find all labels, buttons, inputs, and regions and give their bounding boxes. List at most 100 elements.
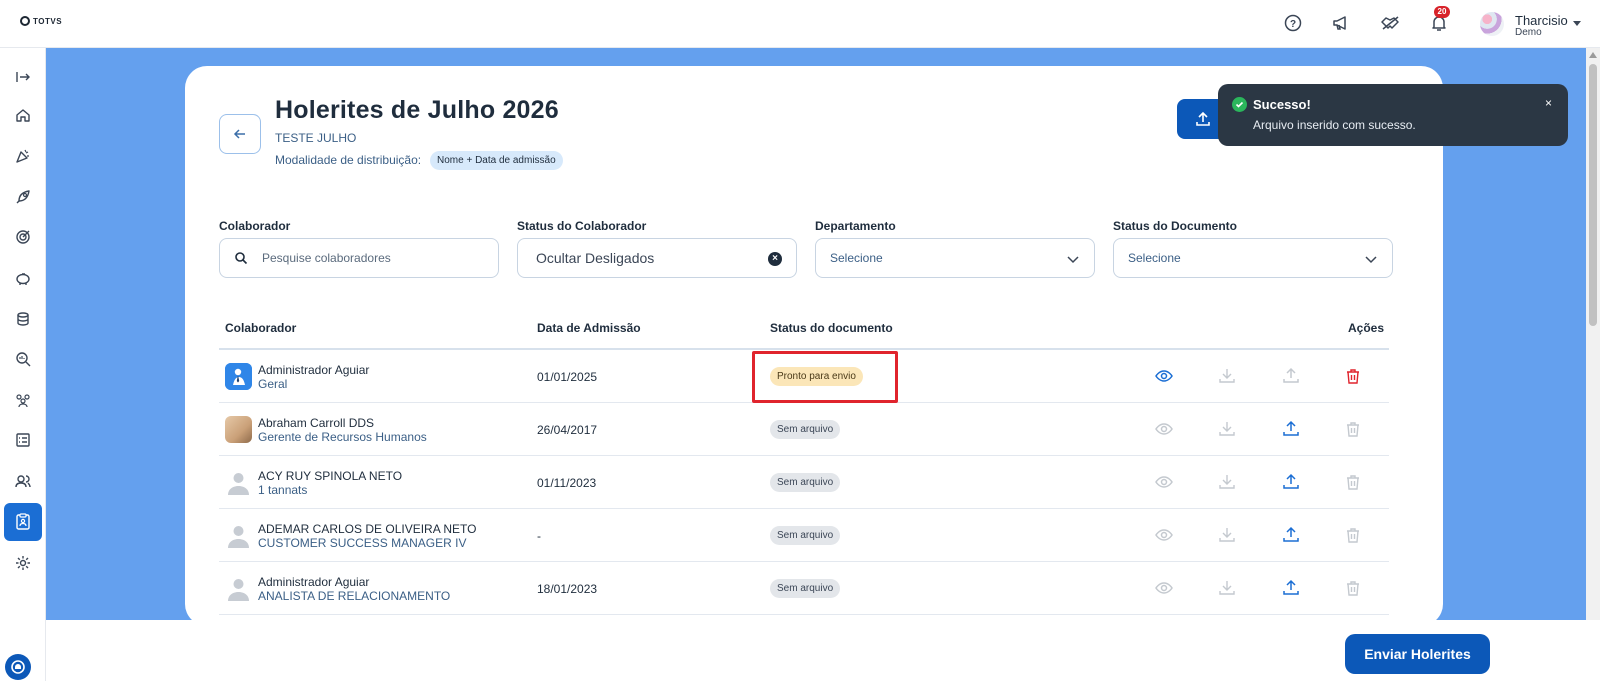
status-badge: Sem arquivo <box>770 579 841 598</box>
handshake-icon[interactable] <box>1380 13 1402 35</box>
document-status-label: Status do Documento <box>1113 219 1238 233</box>
table-row[interactable]: Abraham Carroll DDS Gerente de Recursos H… <box>219 403 1389 456</box>
table-row[interactable]: ADEMAR CARLOS DE OLIVEIRA NETO CUSTOMER S… <box>219 509 1389 562</box>
settings-icon[interactable] <box>4 544 42 582</box>
page-title: Holerites de Julho 2026 <box>275 96 559 124</box>
column-header-collaborator: Colaborador <box>225 321 297 335</box>
avatar <box>225 416 252 443</box>
upload-icon <box>1196 111 1210 126</box>
collaborator-name: Administrador Aguiar <box>258 575 370 589</box>
collaborator-search-input[interactable]: Pesquise colaboradores <box>219 238 499 278</box>
arrow-left-icon <box>233 129 245 139</box>
notification-count-badge: 20 <box>1434 6 1450 18</box>
department-value: Selecione <box>830 251 883 265</box>
eye-icon[interactable] <box>1154 366 1174 386</box>
scroll-up-arrow-icon[interactable] <box>1589 52 1597 58</box>
document-status-value: Selecione <box>1128 251 1181 265</box>
logo-text: TOTVS <box>33 16 63 26</box>
search-analytics-icon[interactable] <box>4 340 42 378</box>
team-icon[interactable] <box>4 381 42 419</box>
toast-title: Sucesso! <box>1253 97 1311 112</box>
collaborator-name: ACY RUY SPINOLA NETO <box>258 469 403 483</box>
download-icon <box>1217 525 1237 545</box>
totvs-logo[interactable]: TOTVS <box>20 16 62 26</box>
document-status-select[interactable]: Selecione <box>1113 238 1393 278</box>
send-payslips-button[interactable]: Enviar Holerites <box>1345 634 1490 674</box>
user-company: Demo <box>1515 27 1542 38</box>
highlight-annotation <box>752 351 898 403</box>
collaborator-status-label: Status do Colaborador <box>517 219 647 233</box>
collaborator-role: Geral <box>258 377 288 391</box>
clear-selection-icon[interactable]: × <box>768 252 782 266</box>
collaborator-name: ADEMAR CARLOS DE OLIVEIRA NETO <box>258 522 477 536</box>
distribution-label: Modalidade de distribuição: <box>275 153 422 167</box>
admission-date: 01/11/2023 <box>537 476 597 490</box>
page-scrollbar[interactable] <box>1586 48 1600 620</box>
scroll-thumb[interactable] <box>1589 64 1597 326</box>
status-badge: Sem arquivo <box>770 526 841 545</box>
user-name[interactable]: Tharcisio <box>1515 13 1568 28</box>
status-badge: Sem arquivo <box>770 420 841 439</box>
upload-icon[interactable] <box>1281 472 1301 492</box>
status-badge: Sem arquivo <box>770 473 841 492</box>
page-subtitle: TESTE JULHO <box>275 131 357 145</box>
avatar <box>225 575 252 602</box>
trash-icon <box>1343 472 1363 492</box>
avatar <box>225 363 252 390</box>
user-avatar[interactable] <box>1480 12 1504 36</box>
payslips-card: Holerites de Julho 2026 TESTE JULHO Moda… <box>185 66 1443 626</box>
support-chat-icon[interactable] <box>5 654 31 680</box>
payslip-icon[interactable] <box>4 503 42 541</box>
download-icon <box>1217 472 1237 492</box>
collaborator-filter-label: Colaborador <box>219 219 291 233</box>
upload-icon[interactable] <box>1281 525 1301 545</box>
collaborator-status-value: Ocultar Desligados <box>536 250 655 266</box>
checklist-icon[interactable] <box>4 421 42 459</box>
rocket-icon[interactable] <box>4 178 42 216</box>
download-icon <box>1217 366 1237 386</box>
download-icon <box>1217 578 1237 598</box>
users-icon[interactable] <box>4 462 42 500</box>
upload-icon[interactable] <box>1281 419 1301 439</box>
avatar <box>225 469 252 496</box>
eye-icon <box>1154 419 1174 439</box>
close-icon[interactable]: × <box>1545 96 1552 110</box>
database-icon[interactable] <box>4 300 42 338</box>
collaborator-name: Administrador Aguiar <box>258 363 370 377</box>
home-icon[interactable] <box>4 96 42 134</box>
eye-icon <box>1154 525 1174 545</box>
column-header-status: Status do documento <box>770 321 893 335</box>
target-icon[interactable] <box>4 218 42 256</box>
table-row[interactable]: Administrador Aguiar ANALISTA DE RELACION… <box>219 562 1389 615</box>
chevron-down-icon <box>1066 252 1080 266</box>
celebration-icon[interactable] <box>4 137 42 175</box>
column-header-actions: Ações <box>1348 321 1385 335</box>
collaborator-role: CUSTOMER SUCCESS MANAGER IV <box>258 536 467 550</box>
back-button[interactable] <box>219 114 261 154</box>
trash-icon <box>1343 578 1363 598</box>
trash-icon <box>1343 525 1363 545</box>
megaphone-icon[interactable] <box>1331 13 1353 35</box>
trash-icon[interactable] <box>1343 366 1363 386</box>
collaborator-name: Abraham Carroll DDS <box>258 416 375 430</box>
collaborator-search-placeholder: Pesquise colaboradores <box>262 251 391 265</box>
admission-date: 26/04/2017 <box>537 423 598 437</box>
logo-mark-icon <box>20 16 30 26</box>
department-select[interactable]: Selecione <box>815 238 1095 278</box>
expand-icon[interactable] <box>4 58 42 96</box>
upload-icon[interactable] <box>1281 578 1301 598</box>
table-row[interactable]: ACY RUY SPINOLA NETO 1 tannats 01/11/2023 S… <box>219 456 1389 509</box>
admission-date: 18/01/2023 <box>537 582 598 596</box>
piggy-bank-icon[interactable] <box>4 259 42 297</box>
avatar <box>225 522 252 549</box>
column-header-admission: Data de Admissão <box>537 321 641 335</box>
svg-text:?: ? <box>1290 19 1296 30</box>
search-icon <box>234 251 248 265</box>
collaborator-status-select[interactable]: Ocultar Desligados × <box>517 238 797 278</box>
chevron-down-icon <box>1364 252 1378 266</box>
help-icon[interactable]: ? <box>1283 13 1305 35</box>
check-circle-icon <box>1232 97 1247 112</box>
user-menu-caret-icon[interactable] <box>1573 21 1581 26</box>
collaborator-role: 1 tannats <box>258 483 308 497</box>
admission-date: - <box>537 529 541 543</box>
